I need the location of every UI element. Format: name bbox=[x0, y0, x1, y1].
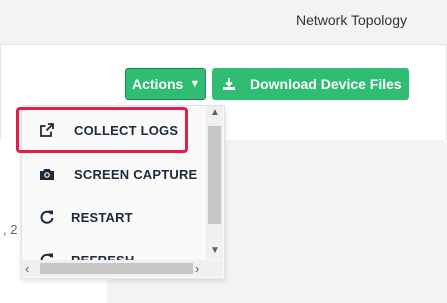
collect-logs-highlight bbox=[16, 107, 188, 153]
camera-icon bbox=[40, 169, 54, 180]
scroll-left-icon[interactable]: ‹ bbox=[25, 261, 29, 276]
vertical-scrollbar[interactable]: ▲ ▼ bbox=[206, 106, 223, 259]
partial-background-text: , 2 bbox=[3, 222, 18, 237]
download-button-label: Download Device Files bbox=[250, 76, 402, 92]
menu-item-label: RESTART bbox=[71, 209, 133, 225]
top-bar: Network Topology bbox=[0, 0, 447, 45]
scroll-right-icon[interactable]: › bbox=[195, 261, 199, 276]
restart-icon bbox=[40, 210, 54, 224]
caret-down-icon: ▼ bbox=[189, 78, 201, 90]
download-icon bbox=[223, 78, 235, 90]
actions-button[interactable]: Actions ▼ bbox=[125, 68, 206, 100]
menu-item-restart[interactable]: RESTART bbox=[22, 199, 206, 235]
menu-item-label: SCREEN CAPTURE bbox=[74, 166, 198, 182]
network-topology-link[interactable]: Network Topology bbox=[296, 12, 407, 28]
horizontal-scrollbar[interactable]: ‹ › bbox=[22, 260, 223, 277]
download-device-files-button[interactable]: Download Device Files bbox=[212, 68, 409, 100]
actions-button-label: Actions bbox=[132, 76, 184, 92]
menu-item-screen-capture[interactable]: SCREEN CAPTURE bbox=[22, 156, 206, 192]
vertical-scroll-thumb[interactable] bbox=[208, 126, 221, 224]
scroll-up-icon[interactable]: ▲ bbox=[210, 107, 220, 118]
horizontal-scroll-thumb[interactable] bbox=[40, 263, 193, 274]
scroll-down-icon[interactable]: ▼ bbox=[210, 245, 220, 256]
